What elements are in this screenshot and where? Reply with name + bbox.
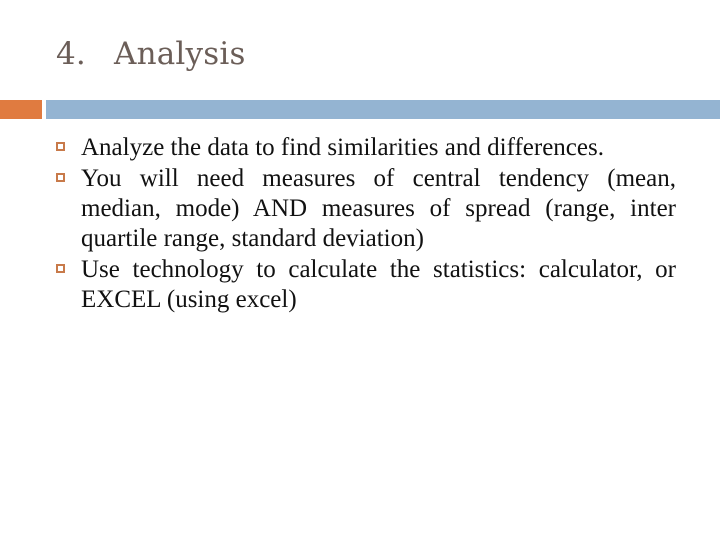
square-outline-icon	[56, 173, 65, 182]
bullet-item: You will need measures of central tenden…	[56, 164, 676, 254]
bullet-item: Analyze the data to find similarities an…	[56, 133, 676, 163]
title-text: Analysis	[114, 36, 246, 72]
title-accent-bar-blue	[46, 100, 720, 119]
bullet-text: You will need measures of central tenden…	[81, 165, 676, 252]
bullet-list: Analyze the data to find similarities an…	[56, 133, 676, 316]
title-number: 4.	[56, 36, 86, 72]
bullet-item: Use technology to calculate the statisti…	[56, 255, 676, 315]
slide: 4. Analysis Analyze the data to find simi…	[0, 0, 720, 540]
square-outline-icon	[56, 142, 65, 151]
title-accent-bar-orange	[0, 100, 42, 119]
square-outline-icon	[56, 264, 65, 273]
bullet-text: Analyze the data to find similarities an…	[81, 134, 604, 161]
slide-title: 4. Analysis	[56, 36, 246, 72]
bullet-text: Use technology to calculate the statisti…	[81, 256, 676, 313]
